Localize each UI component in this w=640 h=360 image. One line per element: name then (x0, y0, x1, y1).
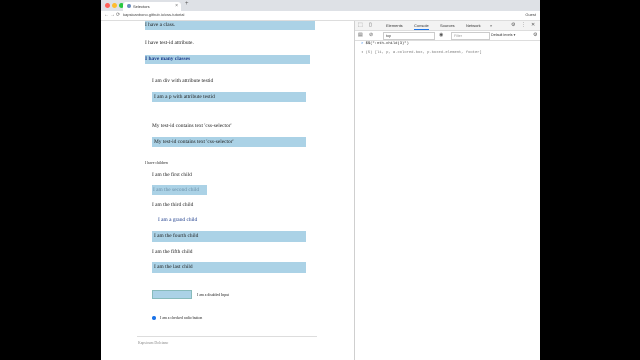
tab-title: Selectors (133, 4, 150, 9)
console-filter-input[interactable]: Filter (451, 32, 490, 40)
minimize-window-icon[interactable] (112, 3, 117, 8)
checked-radio-button[interactable] (152, 316, 156, 320)
have-children-heading: I have children (145, 161, 168, 165)
browser-toolbar: ← → ⟳ kapsicanbono.github.io/css-tutoria… (101, 11, 540, 21)
settings-gear-icon[interactable]: ⚙ (511, 22, 515, 28)
third-child: I am the third child (152, 202, 194, 208)
prompt-icon: > (361, 42, 364, 46)
contains-item-2: My test-id contains text 'css-selector' (152, 137, 306, 147)
console-result-line[interactable]: ◂ (5) [li, p, a.colored-box, p.boxed-ele… (361, 49, 482, 55)
devtools-panel: ⬚ ▯ Elements Console Sources Network » ⚙… (354, 21, 540, 360)
more-tabs-icon[interactable]: » (490, 23, 492, 28)
console-settings-gear-icon[interactable]: ⚙ (533, 32, 537, 38)
close-window-icon[interactable] (105, 3, 110, 8)
radio-label: I am a checked radio button (160, 316, 203, 320)
profile-button[interactable]: Guest (525, 12, 536, 17)
reload-icon[interactable]: ⟳ (116, 12, 120, 18)
inspect-element-icon[interactable]: ⬚ (358, 22, 363, 28)
device-toolbar-icon[interactable]: ▯ (369, 22, 372, 28)
browser-tab[interactable]: Selectors × (123, 2, 181, 11)
back-icon[interactable]: ← (104, 12, 109, 18)
footer-text: Kapsicum Dolciano (138, 341, 169, 345)
tab-sources[interactable]: Sources (440, 23, 455, 28)
tab-console[interactable]: Console (414, 23, 429, 30)
console-toolbar: ▤ ⊘ top ◉ Filter Default levels ▾ ⚙ (355, 31, 540, 41)
fourth-child: I am the fourth child (152, 231, 306, 242)
console-command-line: > $$(":nth-child(3)") (361, 42, 409, 46)
new-tab-button[interactable]: + (185, 1, 189, 7)
address-bar[interactable]: kapsicanbono.github.io/css-tutorial (123, 12, 493, 18)
footer-divider (137, 336, 317, 337)
result-arrow-icon: ◂ (361, 51, 364, 55)
context-select[interactable]: top (383, 32, 435, 40)
disabled-input-label: I am a disabled Input (197, 293, 230, 297)
many-classes-item: I have many classes (145, 55, 310, 64)
page-content: I have a class. I have test-id attribute… (101, 21, 354, 360)
div-testid-item: I am div with attribute testid (152, 78, 214, 84)
fifth-child: I am the fifth child (152, 249, 193, 255)
log-levels-select[interactable]: Default levels ▾ (491, 33, 515, 37)
grand-child: I am a grand child (158, 217, 198, 223)
last-child: I am the last child (152, 262, 306, 273)
test-id-item: I have test-id attribute. (145, 40, 194, 46)
forward-icon[interactable]: → (110, 12, 115, 18)
tab-close-icon[interactable]: × (175, 3, 178, 9)
clear-console-icon[interactable]: ⊘ (369, 32, 373, 38)
browser-window: Selectors × + ← → ⟳ kapsicanbono.github.… (101, 0, 540, 360)
second-child: I am the second child (152, 185, 207, 195)
first-child: I am the first child (152, 172, 192, 178)
sidebar-toggle-icon[interactable]: ▤ (358, 32, 363, 38)
console-command: $$(":nth-child(3)") (365, 42, 409, 46)
tab-elements[interactable]: Elements (386, 23, 403, 28)
kebab-menu-icon[interactable]: ⋮ (521, 22, 526, 28)
p-testid-item: I am a p with attribute testid (152, 92, 306, 102)
tab-network[interactable]: Network (466, 23, 481, 28)
close-devtools-icon[interactable]: ✕ (531, 22, 535, 28)
favicon-icon (127, 4, 131, 8)
tab-bar: Selectors × + (101, 0, 540, 11)
disabled-input (152, 290, 192, 299)
console-result[interactable]: (5) [li, p, a.colored-box, p.boxed-eleme… (366, 51, 482, 55)
eye-icon[interactable]: ◉ (439, 32, 443, 38)
class-item: I have a class. (145, 21, 315, 30)
contains-item-1: My test-id contains text 'css-selector' (152, 123, 232, 129)
devtools-tabbar: ⬚ ▯ Elements Console Sources Network » ⚙… (355, 21, 540, 31)
